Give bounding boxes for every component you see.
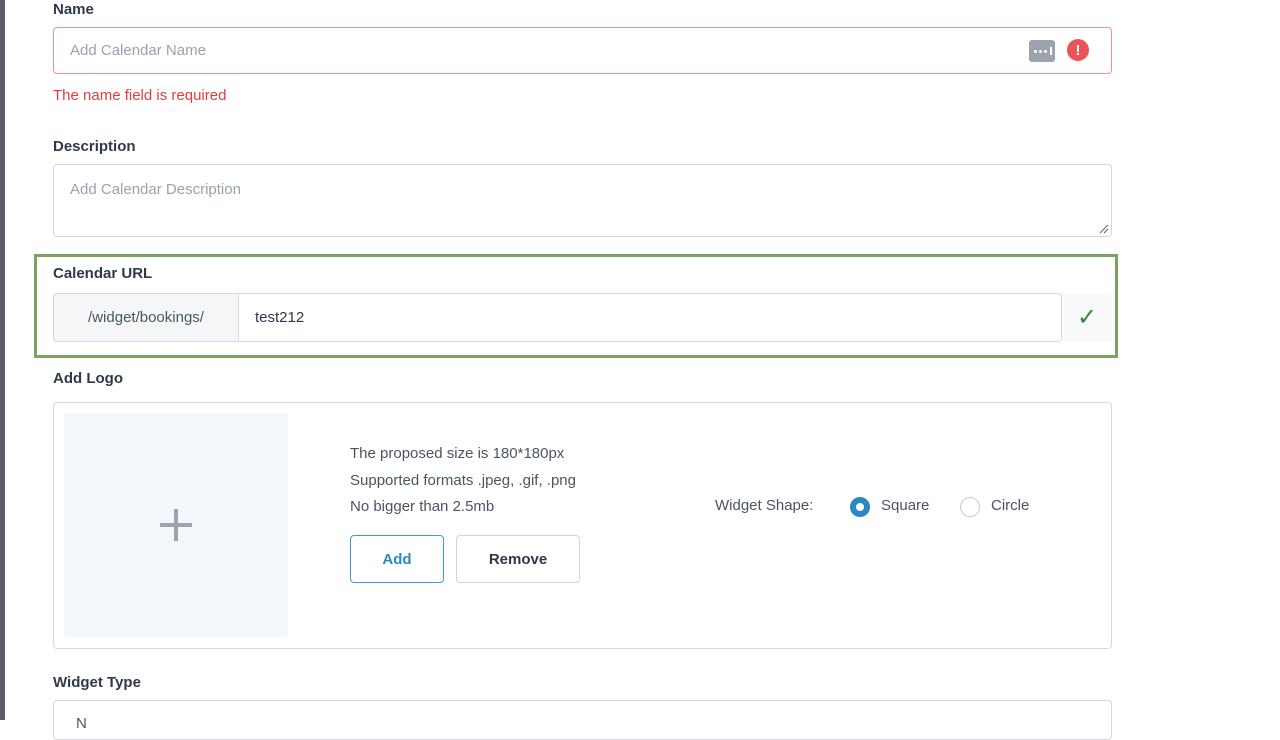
password-manager-icon[interactable] bbox=[1029, 40, 1055, 62]
name-error-message: The name field is required bbox=[53, 87, 227, 104]
shape-circle-label[interactable]: Circle bbox=[991, 497, 1029, 514]
resize-grip-icon[interactable] bbox=[1097, 222, 1109, 234]
logo-filesize-info: No bigger than 2.5mb bbox=[350, 498, 495, 515]
widget-type-select[interactable]: N bbox=[53, 700, 1112, 740]
logo-upload-area[interactable] bbox=[64, 413, 288, 637]
description-textarea[interactable]: Add Calendar Description bbox=[53, 164, 1112, 237]
name-input[interactable]: Add Calendar Name ! bbox=[53, 27, 1112, 74]
add-logo-button[interactable]: Add bbox=[350, 535, 444, 583]
logo-size-info: The proposed size is 180*180px bbox=[350, 445, 565, 462]
add-logo-label: Add Logo bbox=[53, 370, 123, 387]
calendar-url-label: Calendar URL bbox=[53, 265, 153, 282]
remove-logo-button[interactable]: Remove bbox=[456, 535, 580, 583]
shape-square-label[interactable]: Square bbox=[881, 497, 929, 514]
check-icon: ✓ bbox=[1062, 293, 1112, 342]
widget-shape-label: Widget Shape: bbox=[715, 497, 814, 514]
window-edge bbox=[0, 0, 5, 720]
name-placeholder: Add Calendar Name bbox=[70, 42, 206, 59]
widget-type-label: Widget Type bbox=[53, 674, 141, 691]
error-alert-icon: ! bbox=[1067, 39, 1089, 61]
logo-panel: The proposed size is 180*180px Supported… bbox=[53, 402, 1112, 649]
url-prefix: /widget/bookings/ bbox=[53, 293, 239, 342]
shape-circle-radio[interactable] bbox=[960, 497, 980, 517]
widget-type-value: N bbox=[76, 715, 87, 732]
description-placeholder: Add Calendar Description bbox=[70, 181, 241, 198]
description-label: Description bbox=[53, 138, 136, 155]
logo-format-info: Supported formats .jpeg, .gif, .png bbox=[350, 472, 576, 489]
calendar-url-group: /widget/bookings/ test212 ✓ bbox=[53, 293, 1112, 342]
calendar-url-input[interactable]: test212 bbox=[239, 293, 1062, 342]
name-label: Name bbox=[53, 1, 94, 18]
plus-icon bbox=[160, 509, 192, 541]
shape-square-radio[interactable] bbox=[850, 497, 870, 517]
